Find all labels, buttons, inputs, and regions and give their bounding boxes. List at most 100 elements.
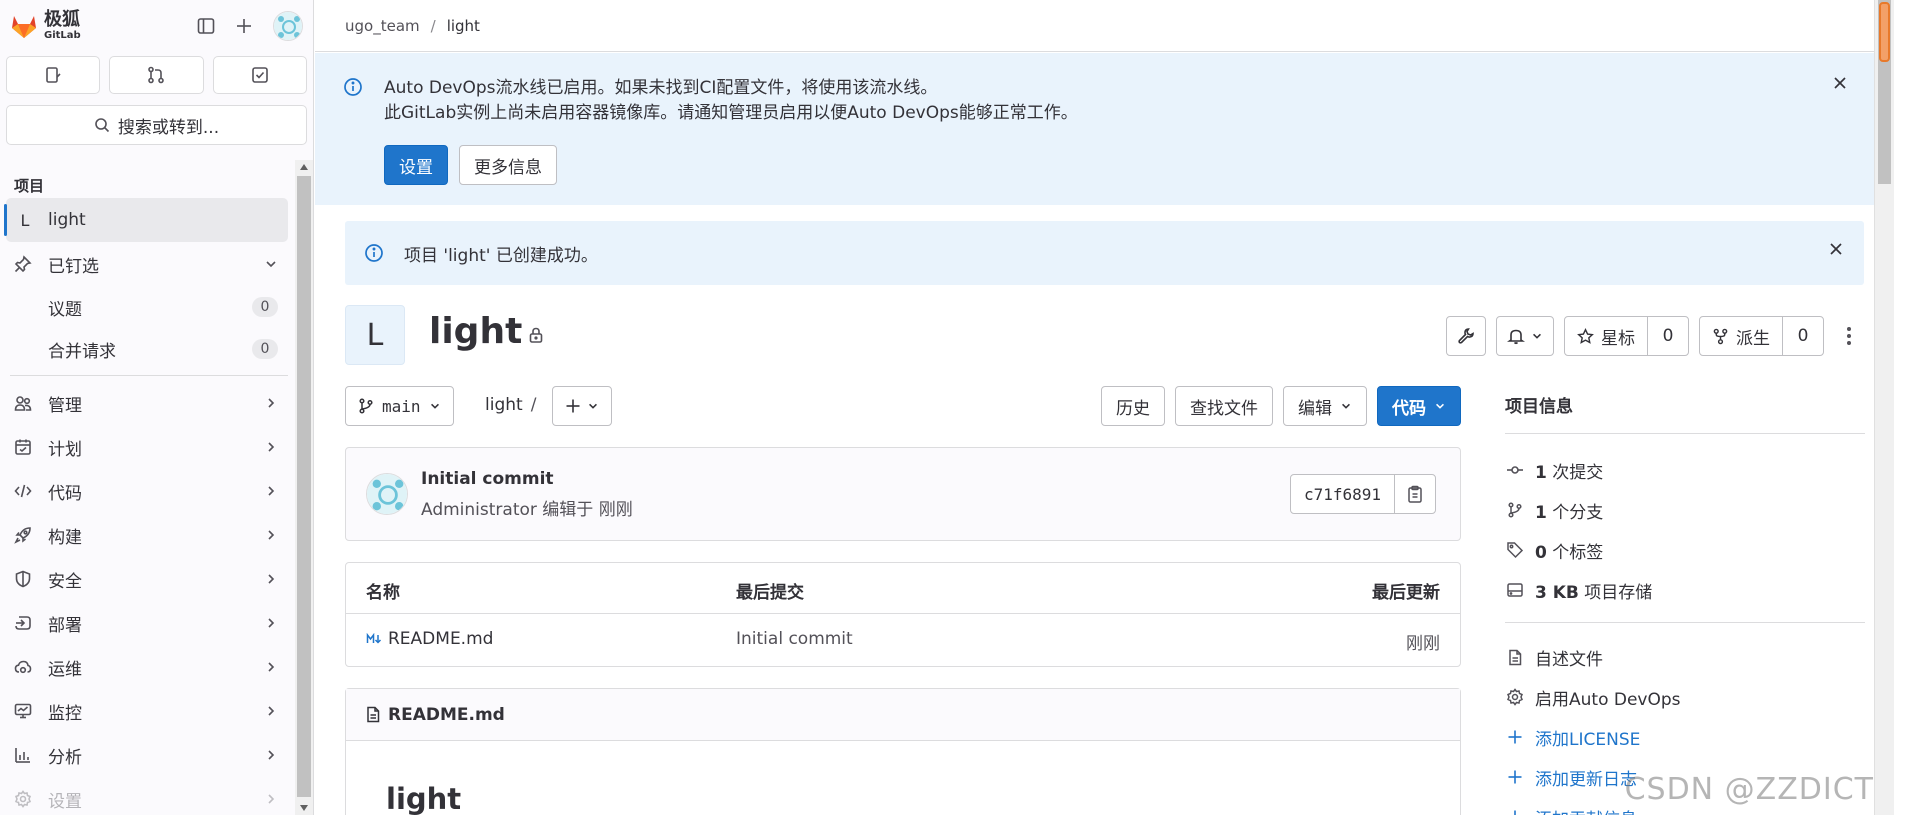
file-icon [1509, 649, 1522, 665]
sidebar-item-label: 计划 [48, 439, 82, 460]
sidebar-item-label: 安全 [48, 571, 82, 592]
breadcrumb-separator: / [430, 16, 436, 35]
sidebar-item-pinned[interactable]: 已钉选 [6, 242, 288, 286]
plus-icon [1508, 770, 1522, 784]
add-license-link[interactable]: 添加LICENSE [1505, 717, 1865, 757]
sidebar-item-label: 议题 [48, 299, 82, 320]
commit-time: 编辑于 刚刚 [542, 500, 633, 520]
sidebar-scroll-thumb[interactable] [297, 176, 311, 797]
settings-button[interactable]: 设置 [384, 145, 448, 185]
close-icon [1834, 77, 1846, 89]
ellipsis-vertical-icon [1847, 327, 1851, 345]
readme-link[interactable]: 自述文件 [1505, 637, 1865, 677]
code-label: 代码 [1392, 398, 1426, 418]
repo-path-link[interactable]: light [485, 395, 523, 415]
sidebar-item-analyze[interactable]: 分析 [6, 733, 288, 777]
sidebar-item-project[interactable]: L light [4, 198, 288, 242]
branch-selector[interactable]: main [345, 386, 454, 426]
table-row[interactable]: README.md Initial commit 刚刚 [346, 614, 1460, 666]
branches-count-link[interactable]: 1 个分支 [1505, 490, 1865, 530]
storage-size-link[interactable]: 3 KB 项目存储 [1505, 570, 1865, 610]
sidebar-item-monitor[interactable]: 监控 [6, 689, 288, 733]
tags-count-link[interactable]: 0 个标签 [1505, 530, 1865, 570]
merge-requests-button[interactable] [109, 56, 204, 94]
users-icon [14, 396, 32, 411]
fork-button[interactable]: 派生 [1700, 317, 1783, 355]
sidebar-item-code[interactable]: 代码 [6, 469, 288, 513]
settings-icon [1507, 688, 1523, 706]
search-or-goto-button[interactable]: 搜索或转到... [6, 105, 307, 145]
project-info-title: 项目信息 [1505, 386, 1865, 434]
project-info-sidebar: 项目信息 1 次提交 1 个分支 0 个标签 3 KB 项目存储 自述文件 启用… [1505, 386, 1865, 815]
star-label: 星标 [1601, 328, 1635, 349]
sidebar-item-label: 代码 [48, 483, 82, 504]
thumbtack-icon [14, 255, 32, 273]
sidebar-item-secure[interactable]: 安全 [6, 557, 288, 601]
enable-auto-devops-link[interactable]: 启用Auto DevOps [1505, 677, 1865, 717]
toggle-sidebar-button[interactable] [197, 17, 215, 35]
sidebar-item-settings[interactable]: 设置 [6, 777, 288, 815]
code-dropdown-button[interactable]: 代码 [1377, 386, 1461, 426]
chevron-down-icon [1436, 403, 1444, 409]
project-title: light [429, 311, 523, 352]
user-avatar[interactable] [273, 11, 303, 41]
project-settings-button[interactable] [1446, 316, 1486, 356]
assigned-issues-button[interactable] [6, 56, 101, 94]
edit-dropdown-button[interactable]: 编辑 [1283, 386, 1367, 426]
readme-header[interactable]: README.md [346, 689, 1460, 741]
page-scrollbar[interactable] [1874, 0, 1894, 815]
readme-heading: light [386, 782, 462, 815]
copy-sha-button[interactable] [1395, 475, 1435, 513]
create-new-button[interactable] [235, 17, 253, 35]
chevron-down-icon [589, 403, 597, 409]
file-name-link[interactable]: README.md [388, 629, 493, 649]
history-button[interactable]: 历史 [1101, 386, 1165, 426]
sidebar-item-label: 管理 [48, 395, 82, 416]
close-icon [1830, 243, 1842, 255]
sidebar-item-label: 运维 [48, 659, 82, 680]
link-label: 添加更新日志 [1535, 769, 1637, 790]
sidebar-item-deploy[interactable]: 部署 [6, 601, 288, 645]
sidebar-item-issues[interactable]: 议题 0 [6, 286, 288, 328]
wrench-icon [1458, 328, 1474, 344]
breadcrumb-group-link[interactable]: ugo_team [345, 17, 420, 35]
bell-icon [1507, 329, 1525, 345]
star-count-link[interactable]: 0 [1648, 317, 1688, 355]
breadcrumb-project-link[interactable]: light [447, 17, 480, 35]
more-info-button[interactable]: 更多信息 [459, 145, 557, 185]
sidebar-scrollbar[interactable] [295, 160, 313, 815]
alert-message-line1: Auto DevOps流水线已启用。如果未找到CI配置文件，将使用该流水线。 [384, 78, 938, 98]
more-actions-button[interactable] [1834, 316, 1864, 356]
sidebar-item-plan[interactable]: 计划 [6, 425, 288, 469]
todo-list-button[interactable] [212, 56, 307, 94]
scroll-down-arrow-icon[interactable] [300, 805, 308, 811]
commit-sha-link[interactable]: c71f6891 [1291, 475, 1395, 513]
stat-value: 1 [1535, 502, 1547, 523]
commit-author-avatar[interactable] [366, 473, 408, 515]
sidebar-item-merge-requests[interactable]: 合并请求 0 [6, 328, 288, 370]
find-file-button[interactable]: 查找文件 [1175, 386, 1273, 426]
dismiss-alert-button[interactable] [1828, 241, 1844, 257]
sidebar-item-operate[interactable]: 运维 [6, 645, 288, 689]
chevron-down-icon [1533, 333, 1541, 339]
file-last-commit-link[interactable]: Initial commit [736, 629, 853, 649]
brand-logo[interactable]: 极狐 GitLab [10, 11, 81, 41]
fork-count-link[interactable]: 0 [1783, 317, 1823, 355]
sidebar-item-build[interactable]: 构建 [6, 513, 288, 557]
scroll-up-arrow-icon[interactable] [300, 164, 308, 170]
link-label: 添加贡献信息 [1535, 805, 1637, 815]
sidebar-section-title: 项目 [14, 177, 45, 195]
link-label: 自述文件 [1535, 649, 1603, 670]
dismiss-alert-button[interactable] [1832, 75, 1848, 91]
sidebar-item-manage[interactable]: 管理 [6, 381, 288, 425]
chevron-right-icon [268, 574, 275, 584]
notification-settings-button[interactable] [1496, 316, 1554, 356]
project-info-divider [1505, 622, 1865, 623]
link-label: 添加LICENSE [1535, 729, 1641, 750]
commit-title-link[interactable]: Initial commit [421, 469, 554, 489]
rocket-icon [14, 527, 31, 544]
add-to-tree-button[interactable] [552, 386, 612, 426]
star-button[interactable]: 星标 [1565, 317, 1648, 355]
commit-author-link[interactable]: Administrator [421, 500, 537, 520]
commits-count-link[interactable]: 1 次提交 [1505, 450, 1865, 490]
